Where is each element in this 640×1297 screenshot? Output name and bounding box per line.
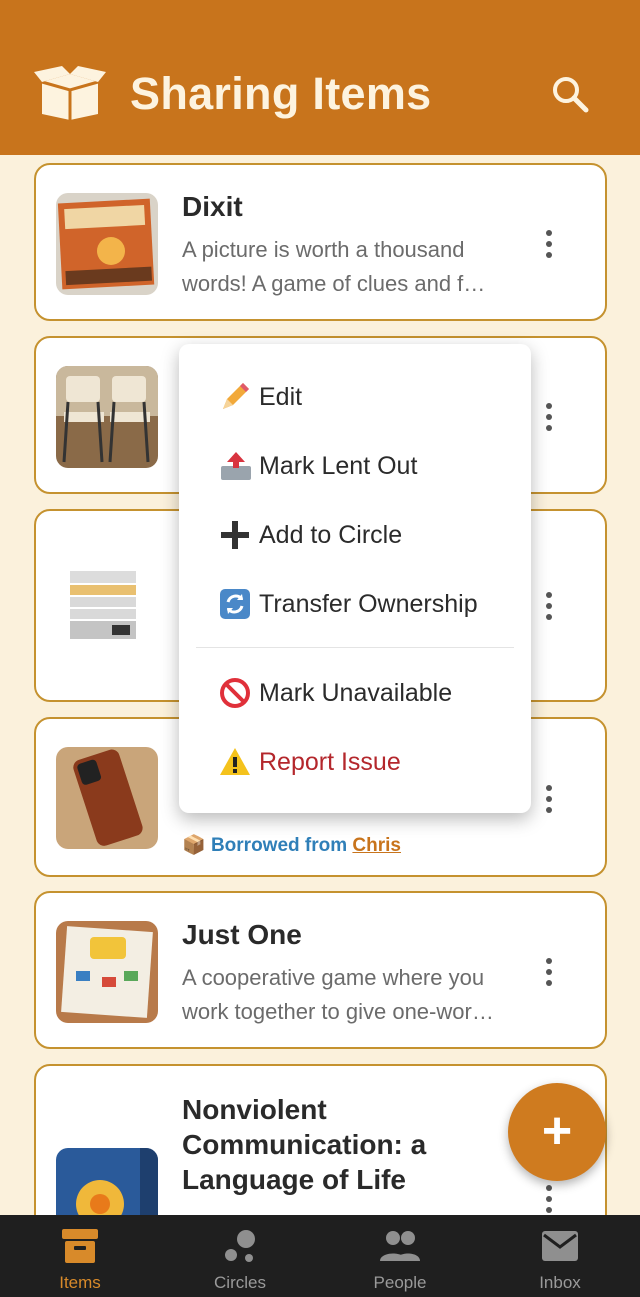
more-options-icon[interactable]	[537, 782, 561, 818]
pencil-icon	[219, 380, 259, 414]
menu-item-mark-lent-out[interactable]: Mark Lent Out	[219, 446, 417, 486]
item-title: Just One	[182, 919, 302, 950]
lender-link[interactable]: Chris	[352, 835, 401, 856]
borrowed-from-label: Borrowed from	[210, 835, 348, 856]
search-icon[interactable]	[548, 72, 592, 116]
nav-item-circles[interactable]: Circles	[160, 1215, 320, 1297]
item-title: Nonviolent Communication: a Language of …	[182, 1094, 427, 1195]
menu-item-report-issue[interactable]: Report Issue	[219, 742, 401, 782]
dixit-box-photo	[56, 193, 158, 295]
warning-icon	[219, 745, 259, 779]
just-one-box-photo	[56, 921, 158, 1023]
more-options-icon[interactable]	[537, 955, 561, 991]
menu-item-mark-unavailable[interactable]: Mark Unavailable	[219, 673, 452, 713]
folding-chairs-photo	[56, 366, 158, 468]
item-thumbnail	[56, 921, 158, 1023]
borrowed-status: 📦 Borrowed from Chris	[182, 833, 401, 857]
item-card[interactable]: Just One A cooperative game where you wo…	[34, 891, 607, 1049]
menu-divider	[196, 647, 514, 648]
mail-icon	[542, 1231, 578, 1261]
item-thumbnail	[56, 366, 158, 468]
outbox-tray-icon	[219, 449, 259, 483]
nav-label: Circles	[214, 1273, 266, 1292]
circles-icon	[225, 1230, 255, 1262]
plus-icon: +	[541, 1102, 573, 1160]
item-context-menu: Edit Mark Lent Out Add to Circle Transfe…	[179, 344, 531, 813]
menu-item-add-to-circle[interactable]: Add to Circle	[219, 515, 402, 555]
food-dehydrator-photo	[56, 553, 158, 655]
menu-item-edit[interactable]: Edit	[219, 377, 302, 417]
nav-label: People	[373, 1273, 427, 1292]
archive-box-icon	[62, 1229, 98, 1263]
nav-label: Inbox	[539, 1273, 581, 1292]
nav-item-inbox[interactable]: Inbox	[480, 1215, 640, 1297]
app-bar: Sharing Items	[0, 0, 640, 155]
more-options-icon[interactable]	[537, 227, 561, 263]
page-title: Sharing Items	[130, 68, 432, 119]
nav-item-people[interactable]: People	[320, 1215, 480, 1297]
item-title: Dixit	[182, 191, 243, 222]
item-card[interactable]: Dixit A picture is worth a thousand word…	[34, 163, 607, 321]
more-options-icon[interactable]	[537, 589, 561, 625]
more-options-icon[interactable]	[537, 400, 561, 436]
phone-case-photo	[56, 747, 158, 849]
item-thumbnail	[56, 747, 158, 849]
bottom-nav: Items Circles People Inbox	[0, 1215, 640, 1297]
item-thumbnail	[56, 553, 158, 655]
more-options-icon[interactable]	[537, 1182, 561, 1218]
menu-item-transfer-ownership[interactable]: Transfer Ownership	[219, 584, 478, 624]
nav-item-items[interactable]: Items	[0, 1215, 160, 1297]
open-box-icon	[34, 66, 106, 120]
nav-label: Items	[59, 1273, 101, 1292]
item-description: A cooperative game where you work togeth…	[182, 965, 494, 1024]
plus-icon	[219, 518, 259, 552]
prohibited-icon	[219, 676, 259, 710]
refresh-arrows-icon	[219, 587, 259, 621]
item-thumbnail	[56, 193, 158, 295]
package-icon: 📦	[182, 835, 206, 856]
people-icon	[380, 1231, 420, 1261]
add-item-button[interactable]: +	[508, 1083, 606, 1181]
item-description: A picture is worth a thousand words! A g…	[182, 237, 486, 296]
